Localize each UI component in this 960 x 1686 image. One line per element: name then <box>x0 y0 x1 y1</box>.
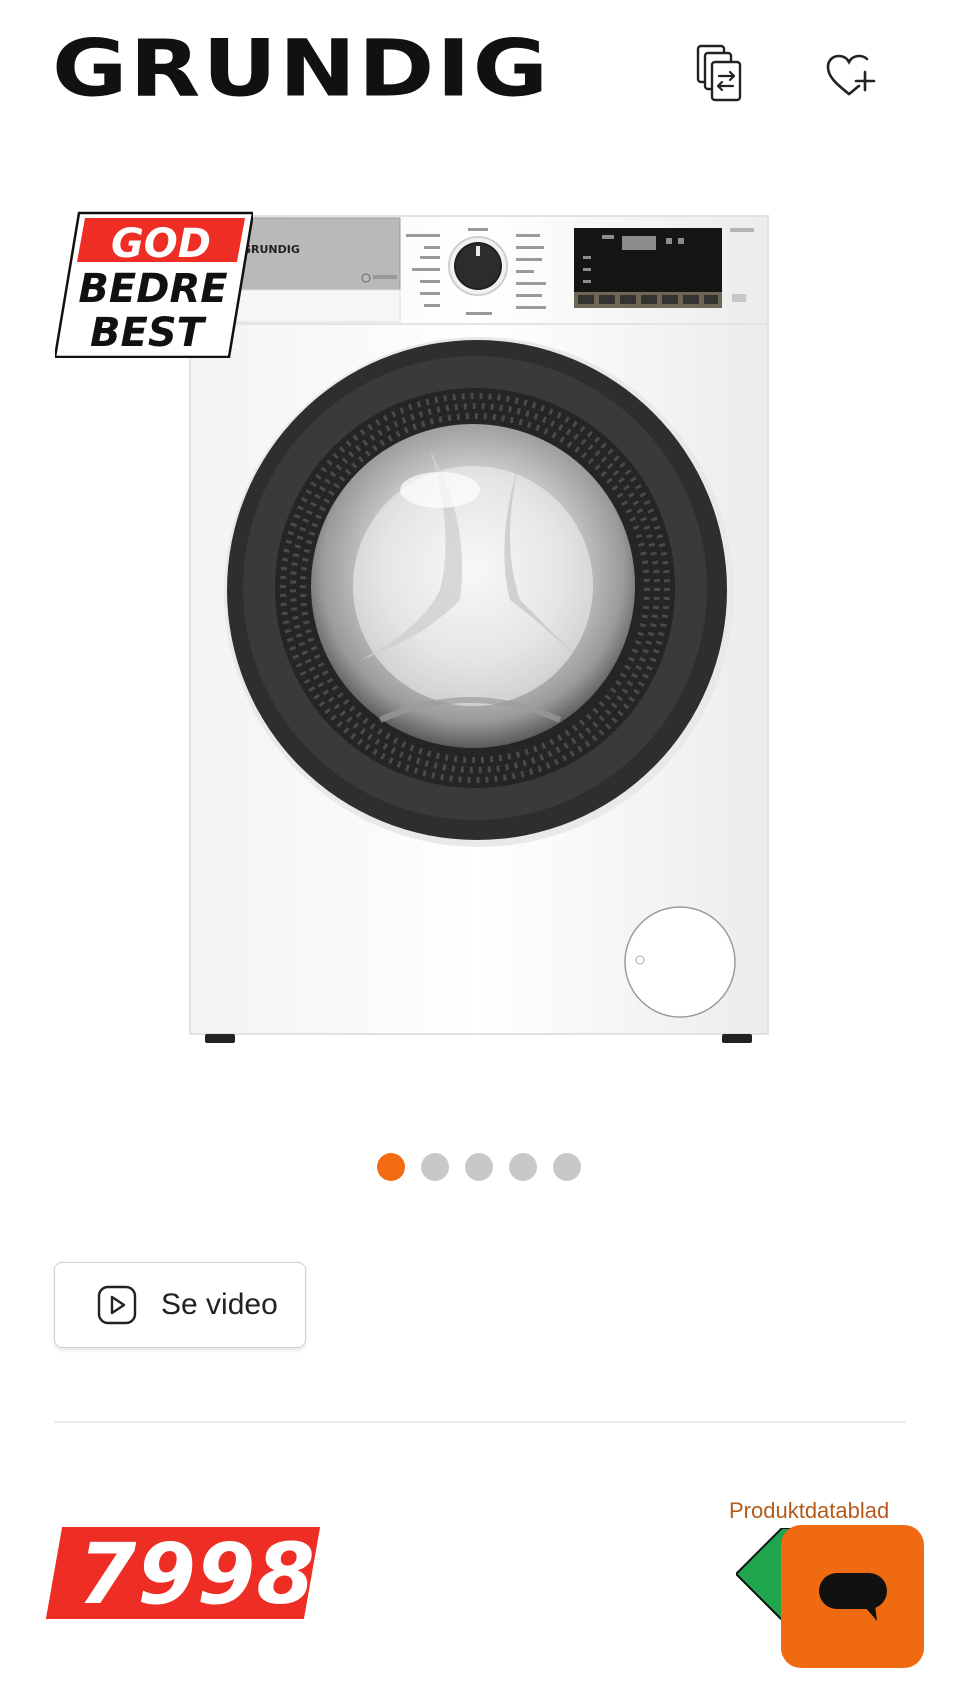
svg-text:BEDRE: BEDRE <box>78 266 227 312</box>
video-button-label: Se video <box>161 1288 278 1321</box>
price-value: 7998 <box>78 1525 316 1623</box>
watch-video-button[interactable]: Se video <box>54 1262 306 1348</box>
heart-plus-icon <box>826 54 876 96</box>
wishlist-button[interactable] <box>823 48 879 104</box>
carousel-dot-5[interactable] <box>553 1153 581 1181</box>
section-divider <box>54 1421 906 1423</box>
carousel-dot-2[interactable] <box>421 1153 449 1181</box>
svg-text:GOD: GOD <box>111 221 211 267</box>
god-bedre-best-badge: GOD BEDRE BEST <box>53 210 255 359</box>
play-icon <box>97 1285 137 1325</box>
image-carousel-dots <box>377 1153 581 1181</box>
brand-logo[interactable]: GRUNDIG <box>52 30 550 108</box>
chat-bubble-icon <box>818 1572 887 1621</box>
compare-button[interactable] <box>692 44 748 102</box>
svg-text:BEST: BEST <box>90 310 207 356</box>
carousel-dot-3[interactable] <box>465 1153 493 1181</box>
carousel-dot-4[interactable] <box>509 1153 537 1181</box>
carousel-dot-1[interactable] <box>377 1153 405 1181</box>
product-datasheet-link[interactable]: Produktdatablad <box>729 1498 889 1524</box>
compare-icon <box>696 44 742 102</box>
chat-button[interactable] <box>781 1525 924 1668</box>
